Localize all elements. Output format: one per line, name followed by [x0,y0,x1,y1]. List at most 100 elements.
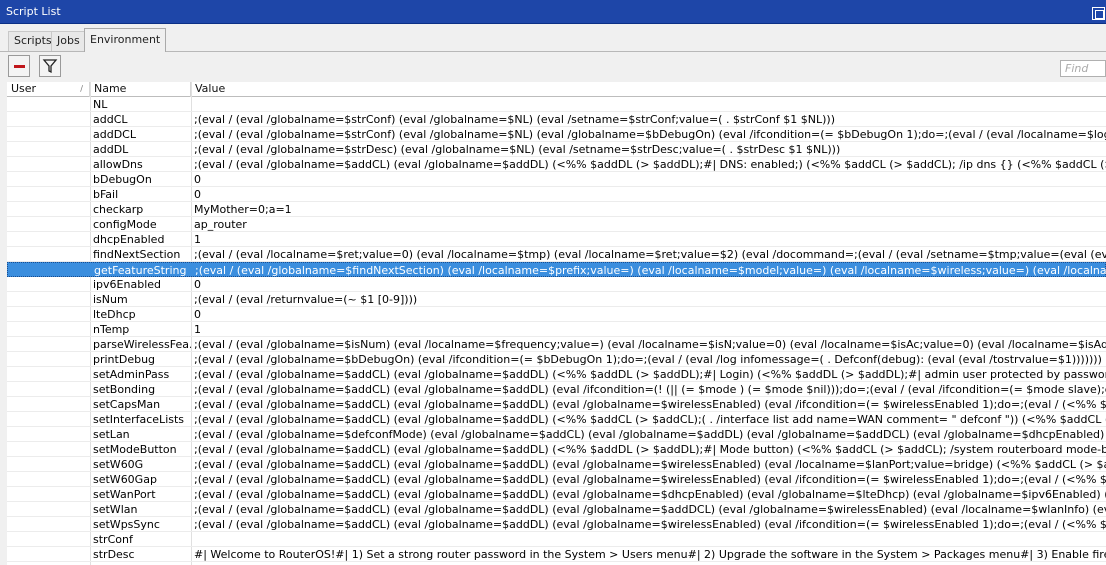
cell-value: #| Welcome to RouterOS!#| 1) Set a stron… [194,548,1106,561]
cell-user [7,202,90,217]
table-row[interactable]: addDL ;(eval / (eval /globalname=$strDesc… [7,142,1106,157]
cell-name: lteDhcp [93,308,136,321]
cell-value: MyMother=0;a=1 [194,203,292,216]
find-input[interactable]: Find [1060,60,1106,77]
environment-table: User ∕ Name Value NL addCL ;(eval / (eval … [7,82,1106,565]
cell-value: ;(eval / (eval /globalname=$addCL) (eval… [194,443,1106,456]
cell-name: setWpsSync [93,518,160,531]
cell-name: checkarp [93,203,144,216]
table-row[interactable]: setModeButton ;(eval / (eval /globalname=… [7,442,1106,457]
cell-name: ipv6Enabled [93,278,161,291]
cell-name: NL [93,98,108,111]
cell-user [7,277,90,292]
cell-value: ;(eval / (eval /globalname=$isNum) (eval… [194,338,1106,351]
table-row[interactable]: setBonding ;(eval / (eval /globalname=$ad… [7,382,1106,397]
cell-name: setLan [93,428,130,441]
cell-name: allowDns [93,158,143,171]
cell-name: bFail [93,188,119,201]
cell-name: setAdminPass [93,368,170,381]
cell-value: ;(eval / (eval /returnvalue=(~ $1 [0-9])… [194,293,418,306]
cell-user [7,367,90,382]
table-row[interactable]: printDebug ;(eval / (eval /globalname=$bD… [7,352,1106,367]
table-row[interactable]: setWanPort ;(eval / (eval /globalname=$ad… [7,487,1106,502]
cell-user [7,442,90,457]
column-header-value[interactable]: Value [191,82,1106,97]
filter-button[interactable] [39,55,61,77]
tab-bar: Scripts Jobs Environment [0,24,1106,52]
table-row[interactable]: setWpsSync ;(eval / (eval /globalname=$ad… [7,517,1106,532]
remove-button[interactable] [8,55,30,77]
table-row[interactable]: configMode ap_router [7,217,1106,232]
cell-user [7,412,90,427]
cell-user [7,172,90,187]
cell-user [7,502,90,517]
cell-value: 0 [194,188,201,201]
cell-user [7,472,90,487]
cell-name: addDCL [93,128,136,141]
table-row[interactable]: strDesc #| Welcome to RouterOS!#| 1) Set … [7,547,1106,562]
tab-environment[interactable]: Environment [84,28,167,52]
cell-user [7,157,90,172]
cell-value: ;(eval / (eval /globalname=$strDesc) (ev… [194,143,841,156]
cell-user [7,337,90,352]
table-row[interactable]: lteDhcp 0 [7,307,1106,322]
table-row[interactable]: dhcpEnabled 1 [7,232,1106,247]
cell-user [7,232,90,247]
cell-user [7,187,90,202]
table-row[interactable]: bFail 0 [7,187,1106,202]
table-row[interactable]: parseWirelessFea... ;(eval / (eval /globa… [7,337,1106,352]
cell-name: addCL [93,113,128,126]
table-row[interactable]: findNextSection ;(eval / (eval /localname… [7,247,1106,262]
cell-value: ;(eval / (eval /globalname=$findNextSect… [195,264,1106,277]
window-titlebar: Script List [0,0,1106,24]
table-row[interactable]: getFeatureString ;(eval / (eval /globalna… [7,262,1106,277]
cell-value [191,532,1106,547]
cell-name: getFeatureString [94,264,187,277]
column-header-name[interactable]: Name [90,82,191,97]
table-row[interactable]: NL [7,97,1106,112]
maximize-icon[interactable] [1092,7,1105,20]
cell-user [7,307,90,322]
cell-user [8,263,91,278]
cell-value: 0 [194,308,201,321]
cell-user [7,322,90,337]
table-row[interactable]: checkarp MyMother=0;a=1 [7,202,1106,217]
tab-jobs[interactable]: Jobs [51,31,86,51]
cell-name: dhcpEnabled [93,233,165,246]
table-row[interactable]: allowDns ;(eval / (eval /globalname=$addC… [7,157,1106,172]
cell-value: ;(eval / (eval /globalname=$addCL) (eval… [194,398,1106,411]
cell-user [7,457,90,472]
cell-name: setWlan [93,503,138,516]
table-row[interactable]: addCL ;(eval / (eval /globalname=$strConf… [7,112,1106,127]
cell-user [7,97,90,112]
table-row[interactable]: setLan ;(eval / (eval /globalname=$defcon… [7,427,1106,442]
table-row[interactable]: nTemp 1 [7,322,1106,337]
cell-user [7,427,90,442]
table-row[interactable]: ipv6Enabled 0 [7,277,1106,292]
cell-user [7,532,90,547]
table-row[interactable]: isNum ;(eval / (eval /returnvalue=(~ $1 [… [7,292,1106,307]
sort-icon: ∕ [80,84,83,93]
table-row[interactable]: bDebugOn 0 [7,172,1106,187]
table-row[interactable]: strConf [7,532,1106,547]
cell-value: 1 [194,233,201,246]
table-row[interactable]: addDCL ;(eval / (eval /globalname=$strCon… [7,127,1106,142]
cell-user [7,517,90,532]
table-row[interactable]: setW60Gap ;(eval / (eval /globalname=$add… [7,472,1106,487]
cell-value: ;(eval / (eval /globalname=$addCL) (eval… [194,488,1106,501]
cell-name: setCapsMan [93,398,161,411]
cell-user [7,547,90,562]
table-row[interactable]: setAdminPass ;(eval / (eval /globalname=$… [7,367,1106,382]
cell-value: ap_router [194,218,247,231]
cell-value: ;(eval / (eval /globalname=$addCL) (eval… [194,383,1106,396]
cell-value: ;(eval / (eval /localname=$ret;value=0) … [194,248,1106,261]
table-row[interactable]: setCapsMan ;(eval / (eval /globalname=$ad… [7,397,1106,412]
cell-name: isNum [93,293,128,306]
cell-value: ;(eval / (eval /globalname=$strConf) (ev… [194,128,1106,141]
table-row[interactable]: setWlan ;(eval / (eval /globalname=$addCL… [7,502,1106,517]
cell-name: setW60G [93,458,144,471]
table-row[interactable]: setInterfaceLists ;(eval / (eval /globaln… [7,412,1106,427]
column-header-user[interactable]: User ∕ [7,82,90,97]
table-row[interactable]: setW60G ;(eval / (eval /globalname=$addCL… [7,457,1106,472]
column-header-user-label: User [11,82,37,95]
